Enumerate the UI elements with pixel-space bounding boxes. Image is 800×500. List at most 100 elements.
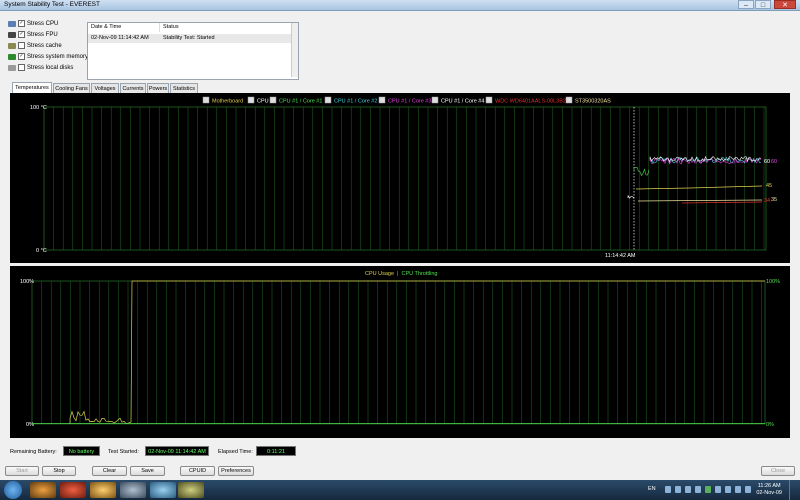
stress-memory-option[interactable]: ✓ Stress system memory bbox=[8, 53, 90, 63]
legend-checkbox[interactable] bbox=[203, 97, 209, 103]
usage-left-top: 100% bbox=[20, 279, 34, 285]
close-button[interactable]: Close bbox=[761, 466, 795, 476]
stress-disks-checkbox[interactable] bbox=[18, 64, 25, 71]
legend-item[interactable]: CPU #1 / Core #1 bbox=[270, 97, 322, 105]
clock[interactable]: 11:26 AM 02-Nov-09 bbox=[756, 483, 782, 497]
maximize-button[interactable]: □ bbox=[755, 0, 771, 9]
legend-checkbox[interactable] bbox=[379, 97, 385, 103]
stress-fpu-option[interactable]: ✓ Stress FPU bbox=[8, 31, 90, 41]
disk-icon bbox=[8, 65, 16, 71]
log-time: 02-Nov-09 11:14:42 AM bbox=[88, 34, 149, 43]
cache-icon bbox=[8, 43, 16, 49]
log-header-status[interactable]: Status bbox=[160, 23, 296, 32]
firefox-taskbar-icon[interactable] bbox=[30, 482, 56, 498]
cpu-usage-chart: CPU Usage | CPU Throttling 100% 0% 100% 0% bbox=[10, 266, 790, 438]
remaining-battery-value: No battery bbox=[63, 446, 100, 456]
log-scrollbar[interactable] bbox=[291, 23, 298, 77]
stop-button[interactable]: Stop bbox=[42, 466, 76, 476]
stress-disks-label: Stress local disks bbox=[27, 65, 73, 71]
legend-checkbox[interactable] bbox=[270, 97, 276, 103]
minimize-button[interactable]: – bbox=[738, 0, 754, 9]
language-indicator[interactable]: EN bbox=[648, 486, 656, 492]
fpu-icon bbox=[8, 32, 16, 38]
temperature-legend: Motherboard CPU CPU #1 / Core #1 CPU #1 … bbox=[203, 97, 611, 105]
stress-memory-checkbox[interactable]: ✓ bbox=[18, 53, 25, 60]
usage-title-cpu: CPU Usage bbox=[365, 271, 394, 277]
volume-icon[interactable] bbox=[735, 486, 741, 493]
temperature-grid bbox=[44, 107, 766, 250]
legend-checkbox[interactable] bbox=[566, 97, 572, 103]
tray-icon[interactable] bbox=[705, 486, 711, 493]
tab-powers[interactable]: Powers bbox=[147, 83, 169, 93]
tab-voltages[interactable]: Voltages bbox=[91, 83, 119, 93]
right-value-wdc: 34 bbox=[764, 198, 770, 204]
save-button[interactable]: Save bbox=[130, 466, 165, 476]
right-value-motherboard: 45 bbox=[766, 183, 772, 189]
temperature-series bbox=[628, 157, 762, 204]
tray-icon[interactable] bbox=[695, 486, 701, 493]
legend-item[interactable]: Motherboard bbox=[203, 97, 243, 105]
legend-item[interactable]: CPU #1 / Core #4 bbox=[432, 97, 484, 105]
tab-statistics[interactable]: Statistics bbox=[170, 83, 198, 93]
tab-currents[interactable]: Currents bbox=[120, 83, 146, 93]
usage-title-throttling: CPU Throttling bbox=[401, 271, 437, 277]
status-log: Date & Time Status 02-Nov-09 11:14:42 AM… bbox=[87, 22, 299, 80]
everest-taskbar-icon[interactable] bbox=[178, 482, 204, 498]
tray-icon[interactable] bbox=[675, 486, 681, 493]
stress-cache-option[interactable]: Stress cache bbox=[8, 42, 90, 52]
tray-icon[interactable] bbox=[715, 486, 721, 493]
elapsed-time-value: 0:11:21 bbox=[256, 446, 296, 456]
log-row[interactable]: 02-Nov-09 11:14:42 AM Stability Test: St… bbox=[88, 34, 296, 43]
legend-item[interactable]: CPU bbox=[248, 97, 269, 105]
start-button[interactable]: Start bbox=[5, 466, 39, 476]
legend-item[interactable]: CPU #1 / Core #2 bbox=[325, 97, 377, 105]
legend-checkbox[interactable] bbox=[432, 97, 438, 103]
stress-fpu-checkbox[interactable]: ✓ bbox=[18, 31, 25, 38]
stability-test-window: System Stability Test - EVEREST – □ ✕ ✓ S… bbox=[0, 0, 800, 480]
opera-taskbar-icon[interactable] bbox=[90, 482, 116, 498]
elapsed-time-label: Elapsed Time: bbox=[218, 447, 253, 457]
network-taskbar-icon[interactable] bbox=[150, 482, 176, 498]
legend-item[interactable]: CPU #1 / Core #3 bbox=[379, 97, 431, 105]
start-orb-icon[interactable] bbox=[4, 481, 22, 499]
close-window-button[interactable]: ✕ bbox=[774, 0, 796, 9]
right-value-cpu: 60 bbox=[764, 159, 770, 165]
network-icon[interactable] bbox=[745, 486, 751, 493]
series-line bbox=[628, 195, 634, 198]
app-taskbar-icon[interactable] bbox=[60, 482, 86, 498]
legend-item[interactable]: WDC WD6401AALS-00L3B2 bbox=[486, 97, 566, 105]
tray-icon[interactable] bbox=[725, 486, 731, 493]
tab-cooling-fans[interactable]: Cooling Fans bbox=[53, 83, 90, 93]
usage-right-top: 100% bbox=[766, 279, 780, 285]
start-time-label: 11:14:42 AM bbox=[605, 253, 636, 259]
series-line-motherboard bbox=[636, 186, 762, 189]
tray-icon[interactable] bbox=[685, 486, 691, 493]
cpuid-button[interactable]: CPUID bbox=[180, 466, 215, 476]
legend-checkbox[interactable] bbox=[248, 97, 254, 103]
series-line-st3500 bbox=[638, 200, 762, 201]
legend-checkbox[interactable] bbox=[486, 97, 492, 103]
legend-item[interactable]: ST3500320AS bbox=[566, 97, 611, 105]
clear-button[interactable]: Clear bbox=[92, 466, 127, 476]
clock-time: 11:26 AM bbox=[756, 483, 782, 490]
usage-right-bottom: 0% bbox=[766, 422, 774, 428]
stress-cache-checkbox[interactable] bbox=[18, 42, 25, 49]
folder-taskbar-icon[interactable] bbox=[120, 482, 146, 498]
show-desktop-button[interactable] bbox=[789, 480, 800, 500]
tray-icon[interactable] bbox=[665, 486, 671, 493]
stress-cache-label: Stress cache bbox=[27, 43, 62, 49]
log-header-time[interactable]: Date & Time bbox=[88, 23, 160, 32]
window-title: System Stability Test - EVEREST bbox=[4, 1, 100, 8]
stress-disks-option[interactable]: Stress local disks bbox=[8, 64, 90, 74]
stress-cpu-checkbox[interactable]: ✓ bbox=[18, 20, 25, 27]
right-value-core: 60 bbox=[771, 159, 777, 165]
preferences-button[interactable]: Preferences bbox=[218, 466, 254, 476]
right-value-st3500: 35 bbox=[771, 197, 777, 203]
legend-checkbox[interactable] bbox=[325, 97, 331, 103]
stress-cpu-label: Stress CPU bbox=[27, 21, 58, 27]
tab-temperatures[interactable]: Temperatures bbox=[12, 82, 52, 93]
test-started-value: 02-Nov-09 11:14:42 AM bbox=[145, 446, 209, 456]
stress-cpu-option[interactable]: ✓ Stress CPU bbox=[8, 20, 90, 30]
temp-ymin-label: 0 °C bbox=[36, 248, 47, 254]
clock-date: 02-Nov-09 bbox=[756, 490, 782, 497]
